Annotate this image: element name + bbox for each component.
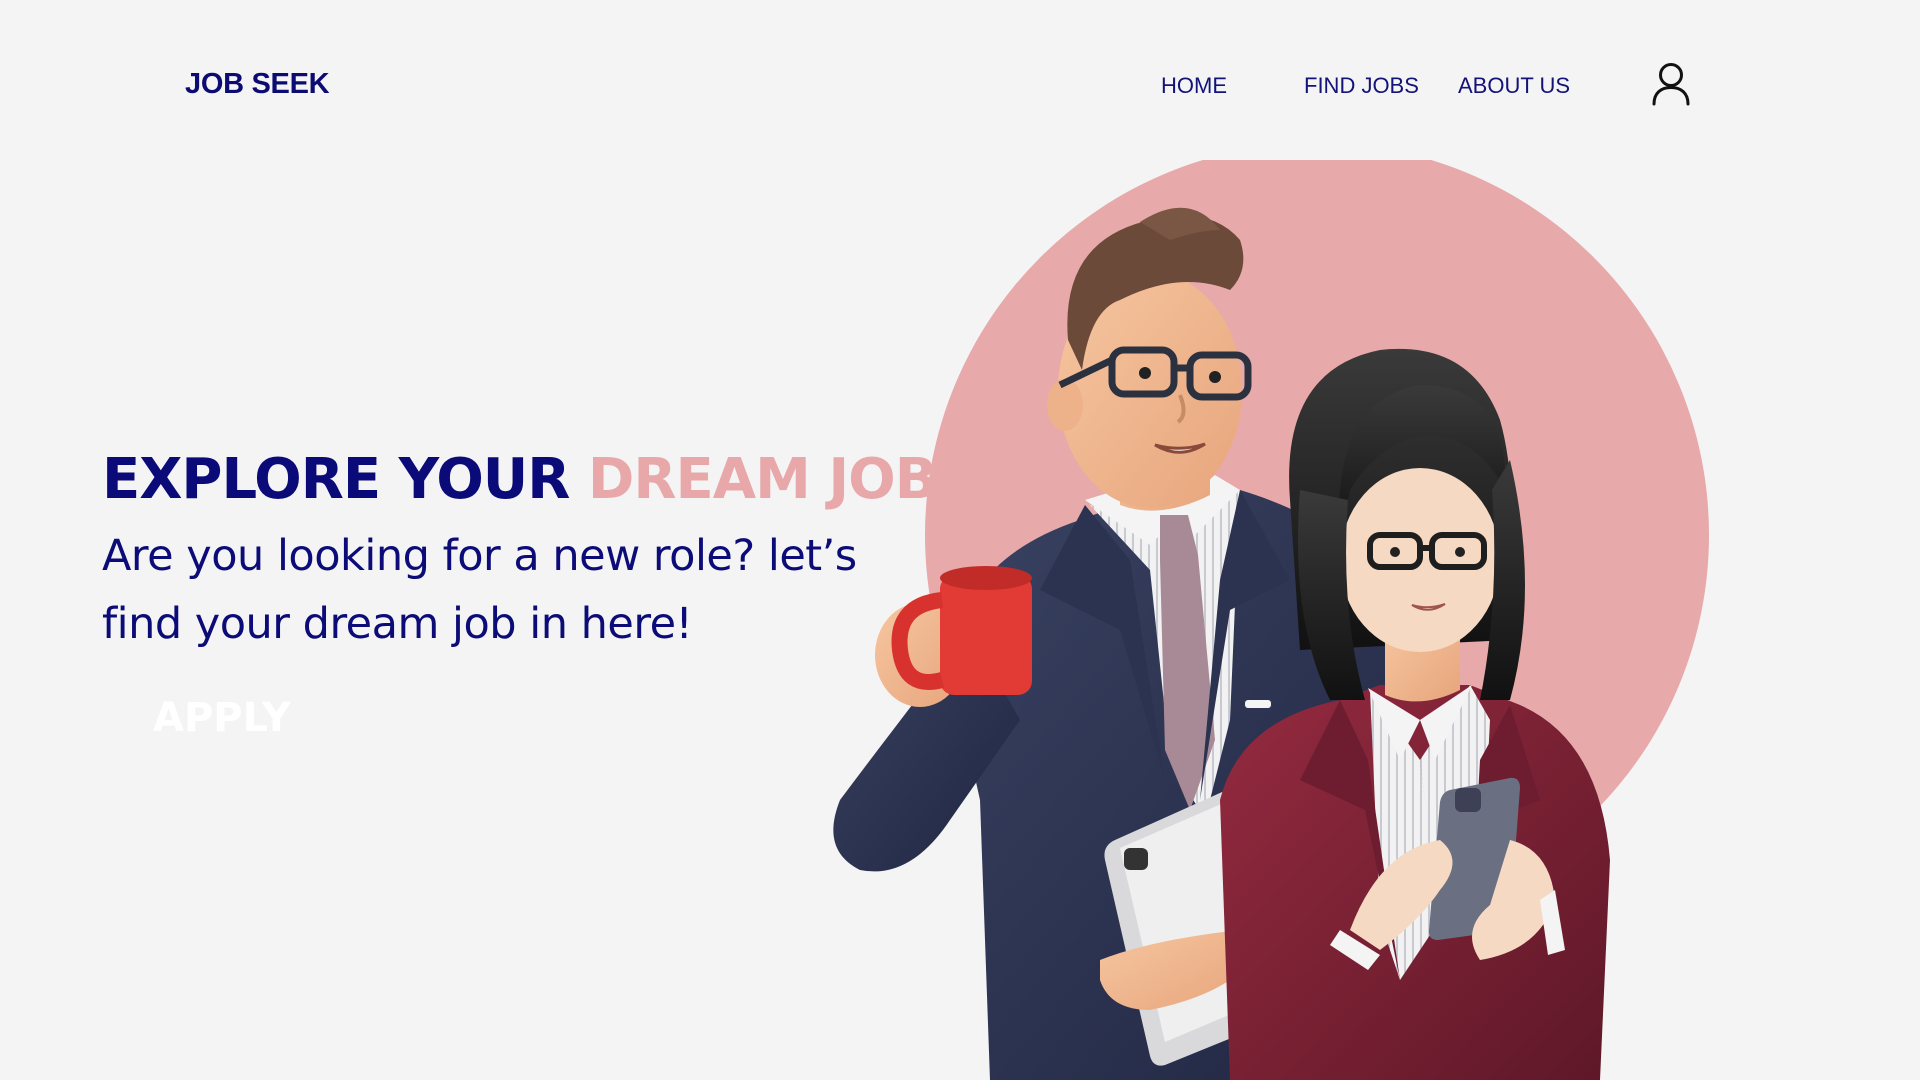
user-account-button[interactable] xyxy=(1651,62,1691,106)
hero-illustration xyxy=(833,160,1709,1080)
nav-find-jobs-link[interactable]: FIND JOBS xyxy=(1304,73,1419,99)
nav-about-us-link[interactable]: ABOUT US xyxy=(1458,73,1570,99)
hero-title-primary: EXPLORE YOUR xyxy=(102,447,570,512)
apply-button[interactable]: APPLY xyxy=(106,682,296,754)
hero-subtitle: Are you looking for a new role? let’s fi… xyxy=(102,531,857,649)
landing-page: JOB SEEK HOME FIND JOBS ABOUT US EXPLORE… xyxy=(0,0,1920,1080)
hero-title: EXPLORE YOUR DREAM JOB xyxy=(102,447,937,512)
nav-home-link[interactable]: HOME xyxy=(1161,73,1227,99)
user-icon xyxy=(1652,63,1690,106)
main-nav: HOME FIND JOBS ABOUT US xyxy=(0,73,1920,103)
